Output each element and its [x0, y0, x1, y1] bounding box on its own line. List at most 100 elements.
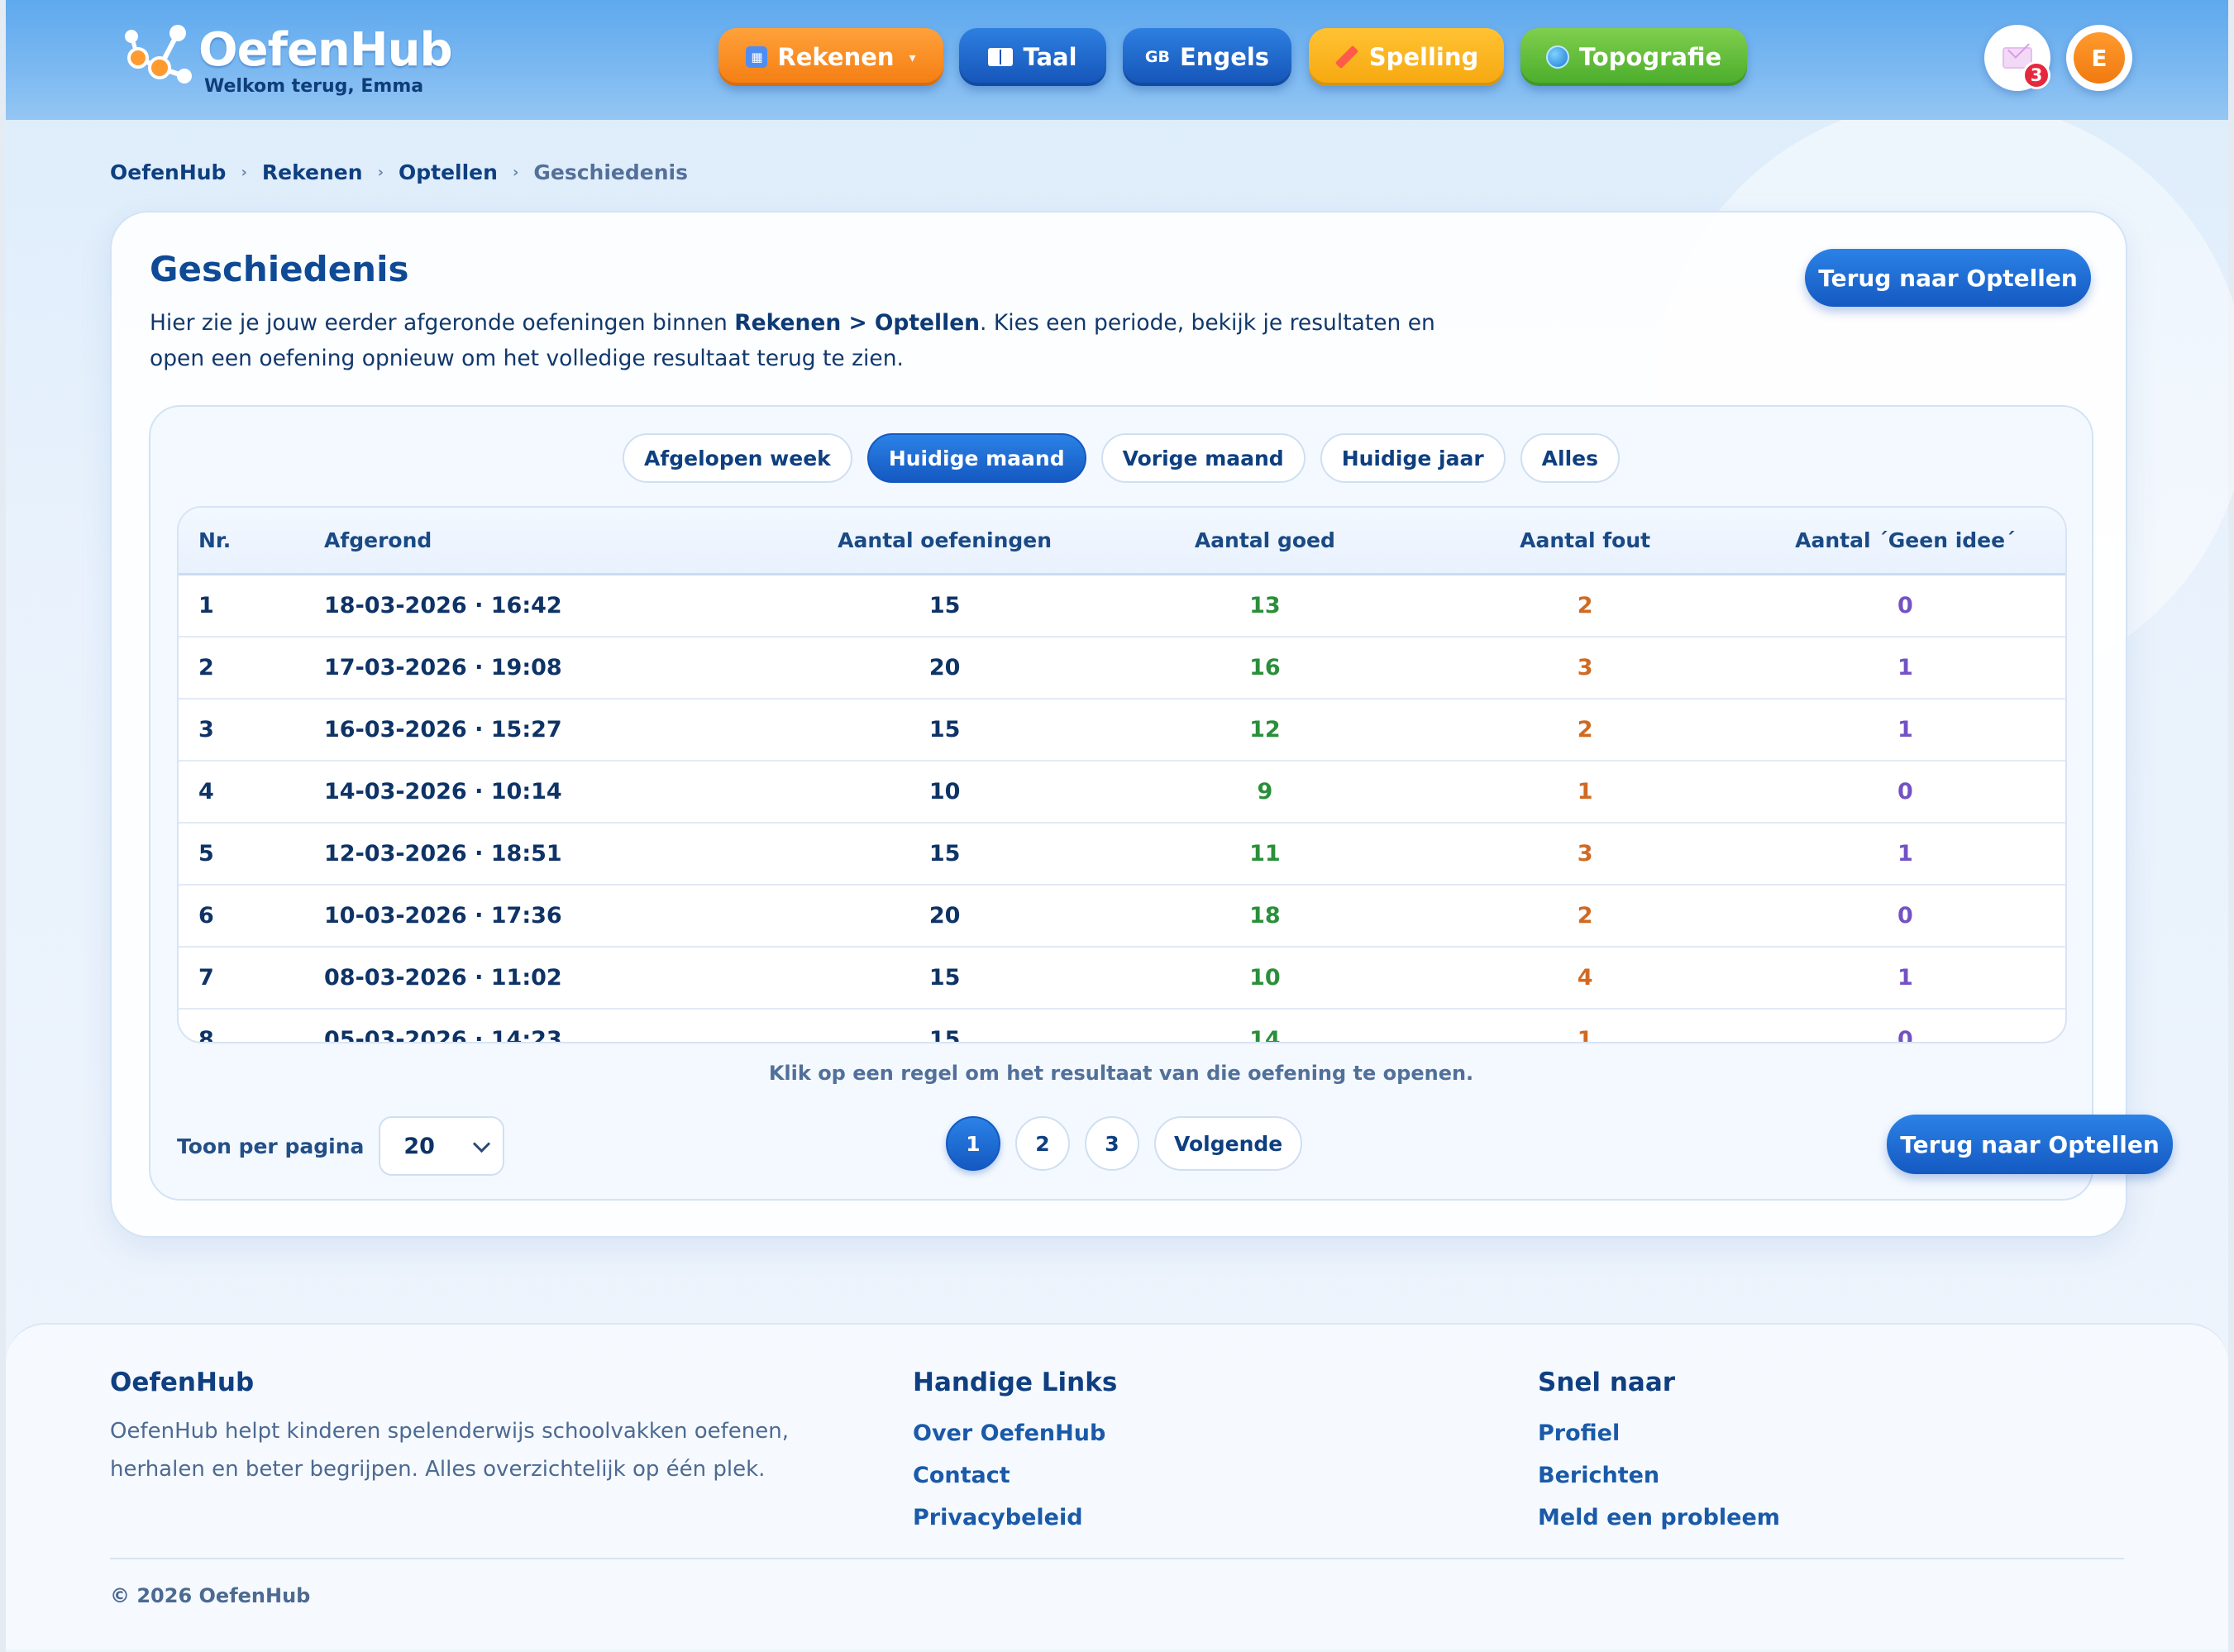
- page-title: Geschiedenis: [150, 249, 409, 289]
- page-intro: Hier zie je jouw eerder afgeronde oefeni…: [150, 305, 1489, 376]
- cell-nr: 6: [179, 884, 323, 948]
- chevron-down-icon: ▾: [909, 49, 916, 65]
- tab-huidige-jaar[interactable]: Huidige jaar: [1320, 433, 1506, 483]
- nav-engels-button[interactable]: GB Engels: [1123, 28, 1291, 86]
- history-panel: Afgelopen week Huidige maand Vorige maan…: [149, 405, 2173, 1201]
- footer-links: Handige Links Over OefenHub Contact Priv…: [913, 1368, 1117, 1539]
- tab-vorige-maand[interactable]: Vorige maand: [1100, 433, 1306, 483]
- cell-fout: 3: [1425, 822, 1745, 886]
- per-page-value: 20: [403, 1133, 435, 1159]
- cell-nr: 4: [179, 760, 323, 824]
- footer-link-berichten[interactable]: Berichten: [1538, 1454, 1780, 1497]
- nav-rekenen-label: Rekenen: [777, 43, 895, 71]
- page-button-2[interactable]: 2: [1015, 1116, 1070, 1171]
- intro-text-start: Hier zie je jouw eerder afgeronde oefeni…: [150, 310, 735, 336]
- column-header-nr[interactable]: Nr.: [179, 508, 323, 575]
- table-row[interactable]: 6 10-03-2026 · 17:36 20 18 2 0: [179, 884, 2065, 948]
- globe-icon: [1545, 45, 1569, 69]
- breadcrumb-optellen[interactable]: Optellen: [399, 160, 498, 184]
- table-row[interactable]: 2 17-03-2026 · 19:08 20 16 3 1: [179, 636, 2065, 699]
- cell-fout: 2: [1425, 884, 1745, 948]
- table-row[interactable]: 8 05-03-2026 · 14:23 15 14 1 0: [179, 1009, 2065, 1043]
- logo[interactable]: OefenHub Welkom terug, Emma: [120, 18, 453, 109]
- cell-aantal: 15: [785, 574, 1105, 637]
- cell-goed: 13: [1105, 574, 1425, 637]
- per-page-control: Toon per pagina 20: [177, 1116, 505, 1176]
- tab-afgelopen-week[interactable]: Afgelopen week: [623, 433, 852, 483]
- cell-aantal: 15: [785, 698, 1105, 762]
- calculator-icon: ▦: [746, 46, 768, 68]
- cell-geen-idee: 1: [1745, 822, 2065, 886]
- cell-geen-idee: 0: [1745, 760, 2065, 824]
- back-to-optellen-button-bottom[interactable]: Terug naar Optellen: [1887, 1115, 2173, 1174]
- table-row[interactable]: 7 08-03-2026 · 11:02 15 10 4 1: [179, 946, 2065, 1010]
- cell-fout: 3: [1425, 636, 1745, 699]
- back-to-optellen-button[interactable]: Terug naar Optellen: [1805, 249, 2091, 307]
- table-row[interactable]: 3 16-03-2026 · 15:27 15 12 2 1: [179, 698, 2065, 762]
- cell-nr: 1: [179, 574, 323, 637]
- table-row[interactable]: 5 12-03-2026 · 18:51 15 11 3 1: [179, 822, 2065, 886]
- table-row[interactable]: 1 18-03-2026 · 16:42 15 13 2 0: [179, 574, 2065, 637]
- footer-brand: OefenHub OefenHub helpt kinderen spelend…: [110, 1368, 887, 1488]
- per-page-select[interactable]: 20: [379, 1116, 505, 1176]
- window-edge-left: [0, 0, 6, 1652]
- nav-topografie-button[interactable]: Topografie: [1520, 28, 1747, 86]
- tab-alles[interactable]: Alles: [1520, 433, 1620, 483]
- cell-geen-idee: 0: [1745, 574, 2065, 637]
- cell-geen-idee: 1: [1745, 636, 2065, 699]
- table-header-row: Nr. Afgerond Aantal oefeningen Aantal go…: [179, 508, 2065, 575]
- cell-afgerond: 10-03-2026 · 17:36: [323, 884, 785, 948]
- intro-subject: Rekenen > Optellen: [734, 310, 981, 336]
- profile-button[interactable]: E: [2066, 25, 2132, 91]
- footer-brand-text: OefenHub helpt kinderen spelenderwijs sc…: [110, 1419, 789, 1482]
- footer-link-over[interactable]: Over OefenHub: [913, 1412, 1117, 1454]
- nav-rekenen-button[interactable]: ▦ Rekenen ▾: [718, 28, 943, 86]
- footer-link-meld-probleem[interactable]: Meld een probleem: [1538, 1497, 1780, 1539]
- pagination: 1 2 3 Volgende: [946, 1116, 1303, 1171]
- cell-afgerond: 14-03-2026 · 10:14: [323, 760, 785, 824]
- footer-quick-links: Snel naar Profiel Berichten Meld een pro…: [1538, 1368, 1780, 1539]
- footer-quick-title: Snel naar: [1538, 1368, 1676, 1397]
- nav-spelling-button[interactable]: Spelling: [1309, 28, 1504, 86]
- messages-button[interactable]: 3: [1984, 25, 2050, 91]
- table-row[interactable]: 4 14-03-2026 · 10:14 10 9 1 0: [179, 760, 2065, 824]
- cell-nr: 7: [179, 946, 323, 1010]
- page-button-3[interactable]: 3: [1085, 1116, 1139, 1171]
- footer-link-privacy[interactable]: Privacybeleid: [913, 1497, 1117, 1539]
- column-header-aantal-oefeningen[interactable]: Aantal oefeningen: [785, 508, 1105, 575]
- breadcrumb-separator: ›: [377, 164, 384, 181]
- column-header-afgerond[interactable]: Afgerond: [323, 508, 785, 575]
- column-header-aantal-geen-idee[interactable]: Aantal ´Geen idee´: [1745, 508, 2065, 575]
- nav-spelling-label: Spelling: [1368, 43, 1479, 71]
- footer-brand-title: OefenHub: [110, 1368, 255, 1397]
- cell-nr: 5: [179, 822, 323, 886]
- chevron-down-icon: [473, 1134, 491, 1153]
- next-page-button[interactable]: Volgende: [1154, 1116, 1303, 1171]
- cell-goed: 11: [1105, 822, 1425, 886]
- welcome-message: Welkom terug, Emma: [204, 76, 424, 97]
- column-header-aantal-fout[interactable]: Aantal fout: [1425, 508, 1745, 575]
- breadcrumb-separator: ›: [512, 164, 519, 181]
- cell-goed: 16: [1105, 636, 1425, 699]
- cell-aantal: 20: [785, 884, 1105, 948]
- tab-huidige-maand[interactable]: Huidige maand: [866, 433, 1086, 483]
- column-header-aantal-goed[interactable]: Aantal goed: [1105, 508, 1425, 575]
- breadcrumb-oefenhub[interactable]: OefenHub: [110, 160, 226, 184]
- breadcrumb: OefenHub › Rekenen › Optellen › Geschied…: [110, 160, 688, 184]
- unread-messages-badge: 3: [2022, 61, 2050, 89]
- breadcrumb-rekenen[interactable]: Rekenen: [262, 160, 363, 184]
- page-button-1[interactable]: 1: [946, 1116, 1000, 1171]
- per-page-label: Toon per pagina: [177, 1134, 365, 1158]
- footer-link-profiel[interactable]: Profiel: [1538, 1412, 1780, 1454]
- footer-link-contact[interactable]: Contact: [913, 1454, 1117, 1497]
- cell-goed: 18: [1105, 884, 1425, 948]
- top-navigation-bar: OefenHub Welkom terug, Emma ▦ Rekenen ▾ …: [6, 0, 2228, 120]
- cell-goed: 9: [1105, 760, 1425, 824]
- cell-nr: 8: [198, 1026, 214, 1043]
- nav-taal-button[interactable]: Taal: [959, 28, 1106, 86]
- cell-fout: 2: [1425, 698, 1745, 762]
- cell-fout: 4: [1425, 946, 1745, 1010]
- period-filter-tabs: Afgelopen week Huidige maand Vorige maan…: [150, 433, 2092, 483]
- cell-afgerond: 16-03-2026 · 15:27: [323, 698, 785, 762]
- breadcrumb-separator: ›: [241, 164, 247, 181]
